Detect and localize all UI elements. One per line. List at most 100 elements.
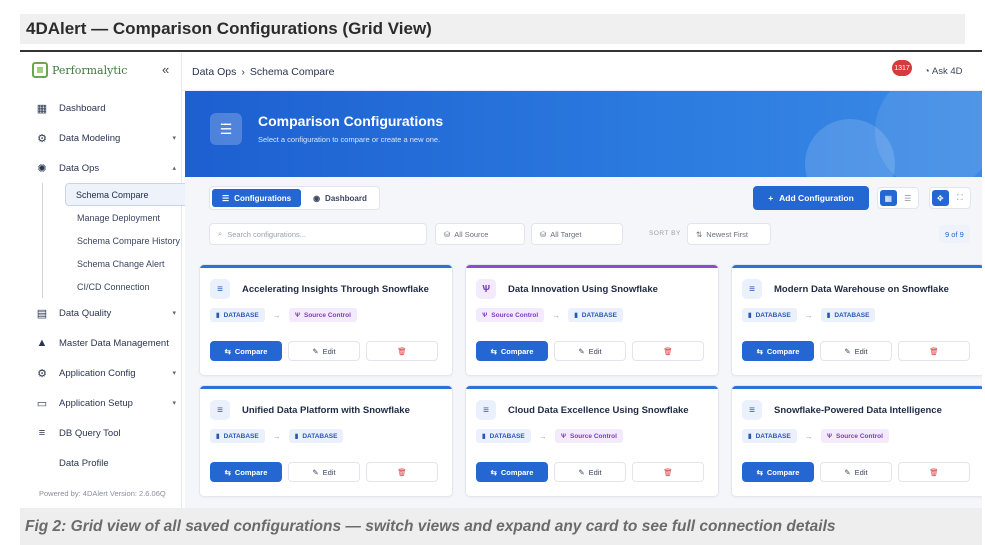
database-icon: ≡: [742, 400, 762, 420]
breadcrumb: Data Ops › Schema Compare: [192, 66, 334, 78]
configuration-card[interactable]: ≡ Cloud Data Excellence Using Snowflake ▮ D…: [465, 385, 719, 497]
collapse-sidebar-icon[interactable]: «: [162, 62, 169, 77]
sidebar-subitem-schema-change-alert[interactable]: Schema Change Alert: [71, 252, 182, 275]
list-view-icon[interactable]: ☰: [900, 190, 917, 206]
sidebar-item-application-setup[interactable]: ▭ Application Setup ▾: [20, 388, 182, 418]
sidebar-subitem-ci-cd-connection[interactable]: CI/CD Connection: [71, 275, 182, 298]
sidebar-item-data-quality[interactable]: ▤ Data Quality ▾: [20, 298, 182, 328]
source-control-chip: Ѱ Source Control: [476, 308, 545, 322]
trash-icon: 🗑: [663, 467, 673, 477]
delete-button[interactable]: 🗑: [366, 341, 438, 361]
sidebar-item-data-modeling[interactable]: ⚙ Data Modeling ▾: [20, 123, 182, 153]
card-actions: ⇆ Compare ✎ Edit 🗑: [210, 341, 440, 361]
title-divider: [20, 50, 982, 52]
pencil-icon: ✎: [844, 346, 851, 356]
sidebar-item-dashboard[interactable]: ▦ Dashboard: [20, 93, 182, 123]
delete-button[interactable]: 🗑: [632, 341, 704, 361]
sidebar-item-master-data-management[interactable]: ▲ Master Data Management: [20, 328, 182, 358]
chip-label: Source Control: [304, 311, 351, 319]
edit-label: Edit: [322, 467, 336, 477]
compare-button[interactable]: ⇆ Compare: [476, 462, 548, 482]
target-filter-select[interactable]: ⛁ All Target: [531, 223, 623, 245]
database-icon: ≡: [210, 279, 230, 299]
delete-button[interactable]: 🗑: [366, 462, 438, 482]
database-icon: ≡: [476, 400, 496, 420]
tab-configurations[interactable]: ☰ Configurations: [212, 189, 302, 207]
delete-button[interactable]: 🗑: [898, 462, 970, 482]
database-icon: ≡: [742, 279, 762, 299]
card-title: Data Innovation Using Snowflake: [508, 284, 658, 295]
settings-sliders-icon: ☰: [210, 113, 242, 145]
card-actions: ⇆ Compare ✎ Edit 🗑: [742, 341, 972, 361]
database-chip: ▮ DATABASE: [210, 429, 265, 443]
edit-button[interactable]: ✎ Edit: [554, 341, 626, 361]
edit-button[interactable]: ✎ Edit: [288, 341, 360, 361]
grid-view-icon[interactable]: ▦: [880, 190, 897, 206]
sidebar-item-application-config[interactable]: ⚙ Application Config ▾: [20, 358, 182, 388]
compare-button[interactable]: ⇆ Compare: [210, 462, 282, 482]
notification-button[interactable]: 1317: [892, 60, 912, 76]
chevron-icon: ▾: [172, 370, 176, 377]
configuration-card[interactable]: ≡ Snowflake-Powered Data Intelligence ▮ DAT…: [731, 385, 982, 497]
pencil-icon: ✎: [578, 346, 585, 356]
configuration-card[interactable]: ≡ Accelerating Insights Through Snowflake…: [199, 264, 453, 376]
sidebar-item-label: Master Data Management: [59, 337, 169, 349]
sidebar-subitem-manage-deployment[interactable]: Manage Deployment: [71, 206, 182, 229]
source-filter-select[interactable]: ⛁ All Source: [435, 223, 525, 245]
compare-button[interactable]: ⇆ Compare: [210, 341, 282, 361]
edit-button[interactable]: ✎ Edit: [288, 462, 360, 482]
card-actions: ⇆ Compare ✎ Edit 🗑: [476, 462, 706, 482]
edit-button[interactable]: ✎ Edit: [820, 341, 892, 361]
compare-label: Compare: [500, 346, 534, 356]
sort-select[interactable]: ⇅ Newest First: [687, 223, 771, 245]
chip-label: DATABASE: [755, 311, 791, 319]
breadcrumb-root[interactable]: Data Ops: [192, 66, 236, 78]
edit-button[interactable]: ✎ Edit: [820, 462, 892, 482]
arrow-right-icon: →: [272, 310, 281, 320]
sidebar-subitem-schema-compare-history[interactable]: Schema Compare History: [71, 229, 182, 252]
database-icon: ▮: [482, 433, 486, 440]
database-icon: ▮: [294, 433, 299, 440]
collapse-cards-icon[interactable]: ✥: [932, 190, 949, 206]
add-configuration-button[interactable]: + Add Configuration: [753, 186, 869, 210]
compare-label: Compare: [766, 346, 800, 356]
delete-button[interactable]: 🗑: [632, 462, 704, 482]
sidebar-item-db-query-tool[interactable]: ≡ DB Query Tool: [20, 418, 182, 448]
database-chip: ▮ DATABASE: [210, 308, 265, 322]
sidebar-item-label: Application Setup: [59, 397, 133, 409]
compare-button[interactable]: ⇆ Compare: [476, 341, 548, 361]
sidebar-item-data-ops[interactable]: ✺ Data Ops ▴: [20, 153, 182, 183]
notification-badge: 1317: [892, 60, 912, 76]
compare-button[interactable]: ⇆ Compare: [742, 341, 814, 361]
compare-button[interactable]: ⇆ Compare: [742, 462, 814, 482]
decor-circle: [875, 91, 982, 177]
ask-4d-button[interactable]: ◔ Ask 4D: [924, 66, 962, 77]
expand-cards-icon[interactable]: ⛶: [952, 190, 969, 206]
breadcrumb-current: Schema Compare: [249, 66, 335, 78]
edit-button[interactable]: ✎ Edit: [554, 462, 626, 482]
configuration-card[interactable]: Ѱ Data Innovation Using Snowflake Ѱ Source …: [465, 264, 719, 376]
card-title: Modern Data Warehouse on Snowflake: [774, 284, 949, 295]
sidebar-item-icon: [35, 456, 49, 470]
brand-icon: [32, 62, 48, 78]
sidebar-item-data-profile[interactable]: Data Profile: [20, 448, 182, 478]
configuration-card[interactable]: ≡ Modern Data Warehouse on Snowflake ▮ DATA…: [731, 264, 982, 376]
tab-dashboard[interactable]: ◉ Dashboard: [303, 189, 377, 207]
sidebar-subitem-schema-compare[interactable]: Schema Compare: [65, 183, 193, 206]
delete-button[interactable]: 🗑: [898, 341, 970, 361]
arrow-right-icon: →: [552, 310, 561, 320]
connection-flow: ▮ DATABASE → Ѱ Source Control: [742, 429, 889, 443]
search-icon: ⌕: [218, 229, 223, 238]
sidebar-item-label: Data Profile: [59, 457, 109, 469]
search-input[interactable]: ⌕ Search configurations...: [209, 223, 427, 245]
trash-icon: 🗑: [663, 346, 673, 356]
list-icon: ☰: [222, 193, 230, 203]
database-icon: ▮: [748, 433, 752, 440]
chip-label: DATABASE: [834, 311, 870, 319]
configuration-card[interactable]: ≡ Unified Data Platform with Snowflake ▮ DA…: [199, 385, 453, 497]
brand-logo[interactable]: Performalytic: [32, 62, 127, 78]
add-configuration-label: Add Configuration: [779, 193, 854, 203]
sidebar-item-label: Data Modeling: [59, 132, 121, 144]
card-title: Snowflake-Powered Data Intelligence: [774, 405, 942, 416]
chip-label: Source Control: [491, 311, 539, 319]
